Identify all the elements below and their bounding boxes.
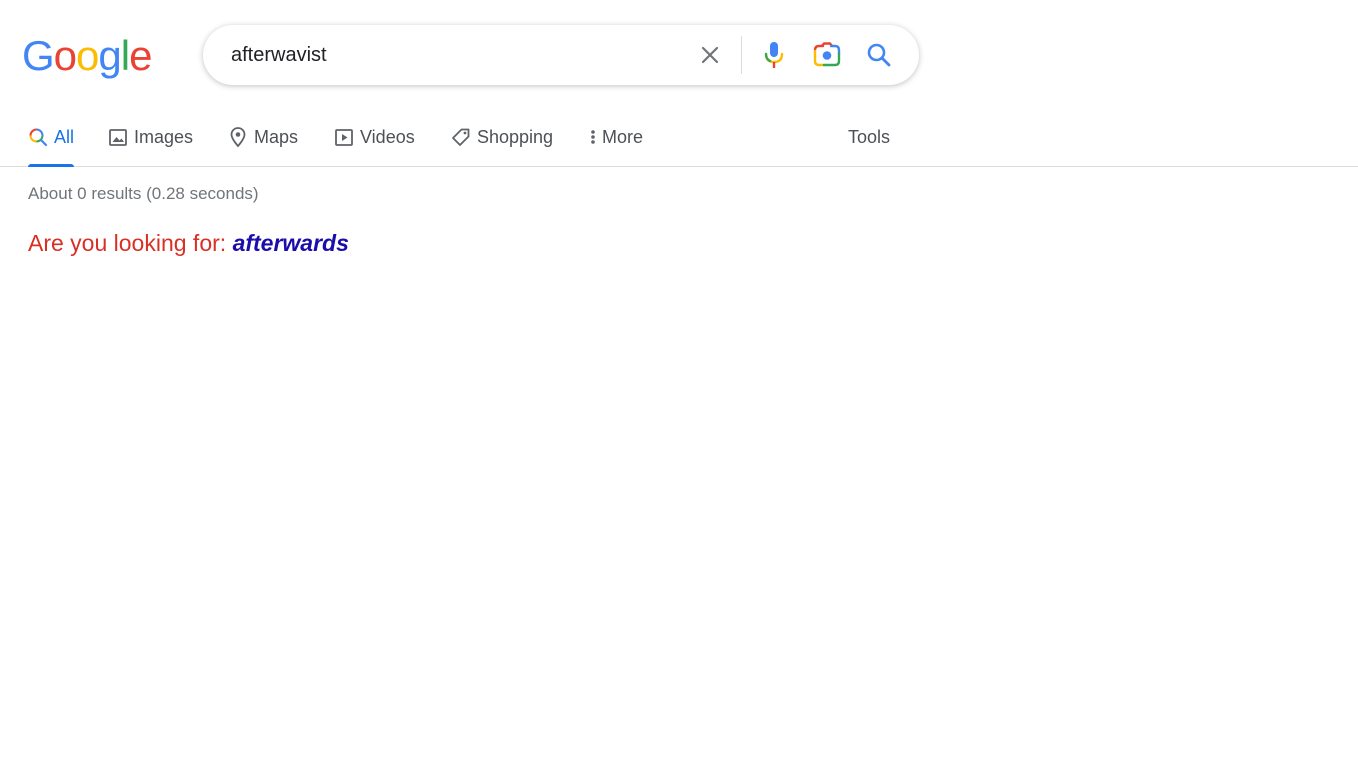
search-box-divider: [741, 36, 742, 74]
tab-label: All: [54, 126, 75, 147]
search-input[interactable]: [231, 39, 671, 71]
tab-shopping[interactable]: Shopping: [451, 108, 553, 166]
spelling-suggestion: Are you looking for: afterwards: [28, 230, 349, 257]
suggestion-link[interactable]: afterwards: [233, 230, 349, 256]
logo-letter: G: [22, 32, 55, 79]
more-vert-icon: [588, 127, 598, 147]
tab-maps[interactable]: Maps: [228, 108, 298, 166]
tab-label: Videos: [360, 126, 415, 147]
search-results-page: Google afterwavist All Images Maps Video…: [0, 0, 1358, 773]
tab-label: Images: [134, 126, 194, 147]
voice-search-button[interactable]: [757, 38, 791, 72]
search-icon: [867, 43, 891, 67]
logo-letter: g: [98, 32, 121, 79]
logo-letter: e: [129, 32, 152, 79]
tab-label: More: [602, 126, 644, 147]
tab-videos[interactable]: Videos: [334, 108, 415, 166]
result-stats: About 0 results (0.28 seconds): [28, 184, 259, 203]
microphone-icon: [764, 42, 784, 68]
search-icon: [28, 127, 48, 147]
tab-all[interactable]: All: [28, 108, 75, 167]
logo-letter: l: [120, 32, 130, 79]
camera-lens-icon: [813, 42, 841, 67]
suggestion-prefix: Are you looking for:: [28, 230, 233, 256]
image-search-button[interactable]: [810, 38, 844, 72]
close-icon: [701, 46, 719, 64]
map-pin-icon: [228, 126, 248, 148]
search-box: [203, 25, 919, 85]
image-icon: [108, 127, 128, 147]
tools-button[interactable]: Tools: [848, 108, 890, 166]
tab-images[interactable]: Images: [108, 108, 193, 166]
tab-label: Maps: [254, 126, 299, 147]
tools-label: Tools: [848, 126, 891, 147]
tag-icon: [451, 127, 471, 147]
search-tabs: All Images Maps Videos Shopping More Too…: [0, 108, 1358, 167]
play-icon: [334, 127, 354, 147]
clear-search-button[interactable]: [693, 38, 727, 72]
tab-label: Shopping: [477, 126, 554, 147]
google-logo[interactable]: Google: [22, 30, 152, 82]
logo-letter: o: [76, 32, 99, 79]
tab-more[interactable]: More: [588, 108, 643, 166]
search-submit-button[interactable]: [862, 38, 896, 72]
logo-letter: o: [53, 32, 77, 79]
